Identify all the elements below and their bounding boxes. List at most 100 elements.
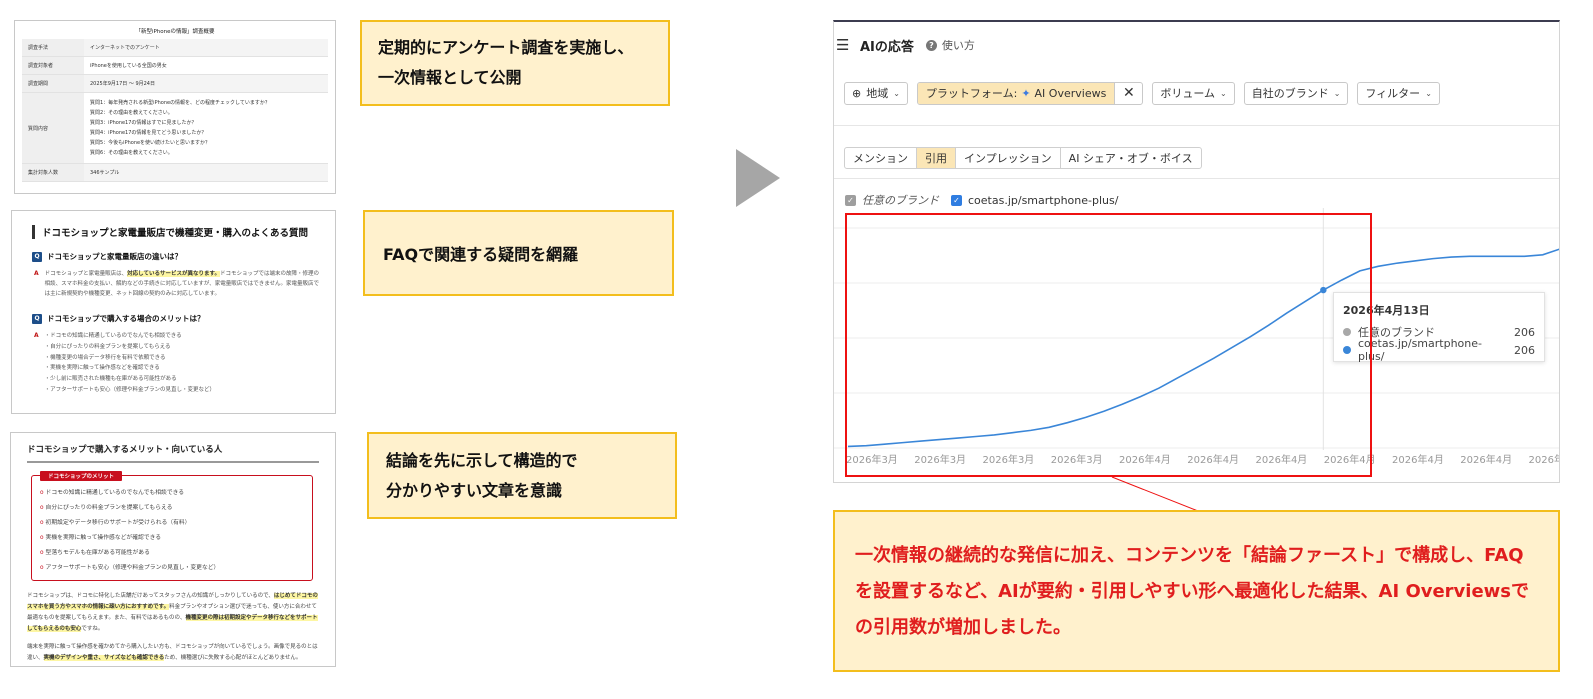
list-item: ・ドコモの知識に精通しているのでなんでも相談できる <box>44 333 182 339</box>
slide: 「新型iPhoneの情報」調査概要 調査手法 インターネットでのアンケート 調査… <box>0 0 1593 699</box>
checkbox-icon[interactable]: ✓ <box>845 194 856 206</box>
para-highlight: 実機のデザインや重さ、サイズなども確認できる <box>43 655 165 661</box>
region-filter-button[interactable]: ⊕ 地域 ⌄ <box>844 81 908 105</box>
tooltip-value: 206 <box>1514 343 1535 357</box>
list-item: o ドコモの知識に精通しているのでなんでも相談できる <box>40 486 304 501</box>
filter-label: フィルター <box>1365 87 1421 100</box>
table-row: 調査対象者 iPhoneを使用している全国の男女 <box>22 56 328 75</box>
question-line: 質問4：iPhone17の情報を見てどう思いましたか？ <box>90 130 207 136</box>
q-badge-icon: Q <box>32 313 42 324</box>
article-paragraph: ドコモショップは、ドコモに特化した店舗だけあってスタッフさんの知識がしっかりして… <box>27 591 319 635</box>
survey-summary-thumbnail: 「新型iPhoneの情報」調査概要 調査手法 インターネットでのアンケート 調査… <box>14 20 336 194</box>
tooltip-value: 206 <box>1514 325 1535 339</box>
list-item: ・少し前に販売された機種も在庫がある可能性がある <box>44 376 177 383</box>
merit-text: 初期設定やデータ移行のサポートが受けられる（有料） <box>45 520 191 526</box>
tab-citations[interactable]: 引用 <box>917 148 956 168</box>
more-filter-button[interactable]: フィルター ⌄ <box>1357 81 1440 105</box>
table-value: 2025年9月17日 ～ 9月24日 <box>84 74 328 93</box>
merit-text: アフターサポートも安心（修理や料金プランの見直し・変更など） <box>45 565 220 571</box>
globe-icon: ⊕ <box>852 86 862 100</box>
para-text: ため、機種選びに失敗する心配がほとんどありません。 <box>164 655 302 661</box>
question-line: 質問2：その理由を教えてください。 <box>90 110 173 116</box>
table-row: 調査手法 インターネットでのアンケート <box>22 39 328 57</box>
tab-mentions[interactable]: メンション <box>845 148 917 168</box>
list-item: ・アフターサポートも安心（修理や料金プランの見直し・変更など） <box>44 386 216 393</box>
platform-label: プラットフォーム: <box>925 87 1018 100</box>
filter-bar: ⊕ 地域 ⌄ プラットフォーム: ✦ AI Overviews ✕ ボリューム … <box>834 77 1559 109</box>
q-badge-icon: Q <box>32 251 42 262</box>
tooltip-series-name: coetas.jp/smartphone-plus/ <box>1358 337 1482 363</box>
table-value: iPhoneを使用している全国の男女 <box>84 56 328 75</box>
legend-coetas: coetas.jp/smartphone-plus/ <box>968 193 1119 207</box>
highlight-frame <box>845 213 1372 477</box>
checkbox-icon[interactable]: ✓ <box>951 194 962 206</box>
list-item: o 実機を実際に触って操作感などが確認できる <box>40 531 304 546</box>
tab-ai-share-of-voice[interactable]: AI シェア・オブ・ボイス <box>1061 148 1201 168</box>
legend-any-brand: 任意のブランド <box>862 194 939 207</box>
article-heading: ドコモショップで購入するメリット・向いている人 <box>27 443 319 463</box>
question-line: 質問5：今後もiPhoneを使い続けたいと思いますか？ <box>90 140 211 146</box>
panel-header: ☰ AIの応答 ? 使い方 <box>834 22 1559 68</box>
x-tick-label: 2026年4月 <box>1460 453 1512 466</box>
callout-text: 定期的にアンケート調査を実施し、 一次情報として公開 <box>378 38 634 87</box>
platform-filter-label[interactable]: プラットフォーム: ✦ AI Overviews <box>917 82 1115 104</box>
faq-answer: A ドコモショップと家電量販店は、対応しているサービスが異なります。ドコモショッ… <box>34 269 321 299</box>
close-icon[interactable]: ✕ <box>1114 82 1142 104</box>
platform-filter-chip[interactable]: プラットフォーム: ✦ AI Overviews ✕ <box>916 81 1144 105</box>
callout-survey: 定期的にアンケート調査を実施し、 一次情報として公開 <box>360 20 670 106</box>
chevron-down-icon: ⌄ <box>1220 88 1227 98</box>
volume-filter-button[interactable]: ボリューム ⌄ <box>1152 81 1235 105</box>
table-value: 346サンプル <box>84 163 328 182</box>
summary-box: 一次情報の継続的な発信に加え、コンテンツを「結論ファースト」で構成し、FAQを設… <box>833 510 1560 672</box>
merit-text: 自分にぴったりの料金プランを提案してもらえる <box>45 505 173 511</box>
list-item: o 自分にぴったりの料金プランを提案してもらえる <box>40 501 304 516</box>
merits-article-thumbnail: ドコモショップで購入するメリット・向いている人 ドコモショップのメリット o ドコ… <box>10 432 336 667</box>
question-line: 質問6：その理由を教えてください。 <box>90 150 173 156</box>
brand-filter-button[interactable]: 自社のブランド ⌄ <box>1243 81 1349 105</box>
list-item: o アフターサポートも安心（修理や料金プランの見直し・変更など） <box>40 561 304 576</box>
survey-title: 「新型iPhoneの情報」調査概要 <box>135 29 215 35</box>
bullet-icon: o <box>40 505 44 511</box>
faq-question-text: ドコモショップで購入する場合のメリットは？ <box>47 314 205 323</box>
page-title: AIの応答 <box>860 39 914 55</box>
merit-text: 型落ちモデルも在庫がある可能性がある <box>45 550 150 556</box>
callout-faq: FAQで関連する疑問を網羅 <box>363 210 674 296</box>
table-key: 調査手法 <box>22 39 84 57</box>
tab-impressions[interactable]: インプレッション <box>956 148 1061 168</box>
callout-structure: 結論を先に示して構造的で 分かりやすい文章を意識 <box>367 432 677 519</box>
table-value: 質問1：毎年発売される新型iPhoneの情報を、どの程度チェックしていますか？ … <box>84 92 328 164</box>
callout-text: FAQで関連する疑問を網羅 <box>383 245 579 264</box>
summary-text: 一次情報の継続的な発信に加え、コンテンツを「結論ファースト」で構成し、FAQを設… <box>855 545 1530 638</box>
brand-label: 自社のブランド <box>1251 87 1329 100</box>
table-row: 質問内容 質問1：毎年発売される新型iPhoneの情報を、どの程度チェックしてい… <box>22 92 328 164</box>
answer-text: ドコモショップと家電量販店は、 <box>44 271 128 277</box>
volume-label: ボリューム <box>1160 87 1215 100</box>
help-link[interactable]: 使い方 <box>942 37 975 53</box>
arrow-right-icon <box>736 149 780 207</box>
divider <box>834 178 1559 179</box>
faq-answer-list: ・ドコモの知識に精通しているのでなんでも相談できる ・自分にぴったりの料金プラン… <box>45 331 215 396</box>
list-item: o 型落ちモデルも在庫がある可能性がある <box>40 546 304 561</box>
help-icon[interactable]: ? <box>925 39 937 51</box>
faq-question: Q ドコモショップで購入する場合のメリットは？ <box>32 313 321 324</box>
para-text: ドコモショップは、ドコモに特化した店舗だけあってスタッフさんの知識がしっかりして… <box>27 593 274 599</box>
list-item: ・実機を実際に触って操作感などを確認できる <box>44 365 160 372</box>
merit-box: ドコモショップのメリット o ドコモの知識に精通しているのでなんでも相談できる o… <box>31 471 313 581</box>
table-row: 集計対象人数 346サンプル <box>22 163 328 182</box>
merit-text: ドコモの知識に精通しているのでなんでも相談できる <box>45 490 185 496</box>
platform-value: AI Overviews <box>1034 86 1107 100</box>
question-line: 質問1：毎年発売される新型iPhoneの情報を、どの程度チェックしていますか？ <box>90 100 270 106</box>
bullet-icon: o <box>40 565 44 571</box>
para-text: ですね。 <box>81 626 104 632</box>
table-key: 調査対象者 <box>22 56 84 75</box>
chevron-down-icon: ⌄ <box>1425 88 1432 98</box>
hamburger-menu-icon[interactable]: ☰ <box>836 36 856 54</box>
table-key: 集計対象人数 <box>22 163 84 182</box>
faq-question-text: ドコモショップと家電量販店の違いは？ <box>47 252 182 261</box>
metric-tabs: メンション 引用 インプレッション AI シェア・オブ・ボイス <box>844 147 1202 169</box>
table-value: インターネットでのアンケート <box>84 39 328 57</box>
article-paragraph: 端末を実際に触って操作感を確かめてから購入したい方も、ドコモショップが向いている… <box>27 642 319 664</box>
chevron-down-icon: ⌄ <box>1333 88 1341 98</box>
merit-text: 実機を実際に触って操作感などが確認できる <box>45 535 162 541</box>
chart-legend: ✓ 任意のブランド ✓ coetas.jp/smartphone-plus/ <box>845 192 1559 208</box>
